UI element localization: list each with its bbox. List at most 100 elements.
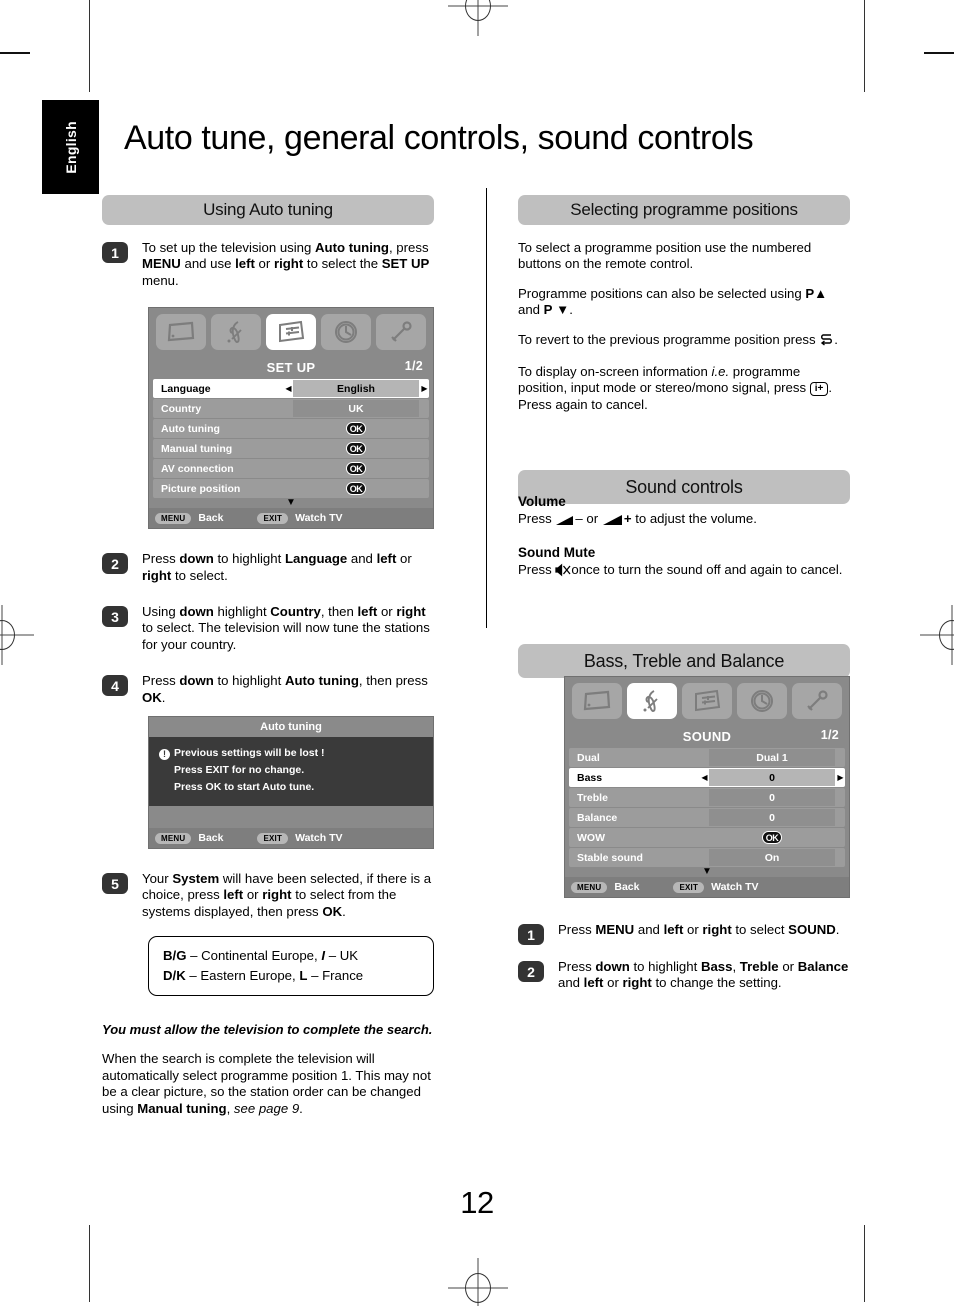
registration-mark-bottom (448, 1258, 508, 1306)
volume-heading: Volume (518, 494, 566, 510)
dialog-line-exit: Press EXIT for no change. (159, 762, 423, 779)
exit-key-action: Watch TV (295, 832, 343, 845)
menu-key-pill[interactable]: MENU (155, 832, 192, 844)
clock-icon[interactable] (321, 314, 371, 351)
picture-icon[interactable] (572, 683, 622, 720)
exit-key-action: Watch TV (711, 881, 759, 894)
section-header-using-auto-tuning: Using Auto tuning (102, 195, 434, 225)
menu-row-stable-sound[interactable]: Stable sound ◀ On ▶ (569, 848, 845, 868)
menu-row-dual[interactable]: Dual ◀ Dual 1 ▶ (569, 748, 845, 768)
row-value-ok: OK (709, 829, 835, 846)
step-number: 1 (102, 242, 128, 263)
programme-positions-p1: To select a programme position use the n… (518, 240, 812, 272)
volume-suffix: to adjust the volume. (635, 511, 757, 527)
scroll-down-caret-icon: ▼ (286, 497, 296, 509)
menu-key-pill[interactable]: MENU (155, 512, 192, 524)
auto-tuning-dialog-screenshot: Auto tuning ! Previous settings will be l… (148, 716, 434, 850)
exit-key-action: Watch TV (295, 512, 343, 525)
setup-icon[interactable] (682, 683, 732, 720)
menu-page-indicator: 1/2 (404, 359, 423, 374)
sound-icon[interactable] (627, 683, 677, 720)
bass-step-2: 2 Press down to highlight Bass, Treble o… (518, 959, 850, 992)
menu-row-country[interactable]: Country ◀ UK ▶ (153, 399, 429, 419)
step-4: 4 Press down to highlight Auto tuning, t… (102, 673, 434, 706)
tools-icon[interactable] (376, 314, 426, 351)
step-number: 2 (518, 961, 544, 983)
menu-row-auto-tuning[interactable]: Auto tuning ◀ OK ▶ (153, 419, 429, 439)
setup-icon[interactable] (266, 314, 316, 351)
step-text: Press down to highlight Bass, Treble or … (558, 959, 849, 991)
exit-key-pill[interactable]: EXIT (257, 832, 289, 844)
step-text: Your System will have been selected, if … (142, 871, 432, 919)
ok-badge: OK (346, 442, 366, 456)
left-arrow-icon[interactable]: ◀ (284, 384, 293, 393)
step-2: 2 Press down to highlight Language and l… (102, 551, 434, 584)
clock-icon[interactable] (737, 683, 787, 720)
menu-row-manual-tuning[interactable]: Manual tuning ◀ OK ▶ (153, 439, 429, 459)
row-label: Dual (577, 751, 600, 764)
volume-down-icon (555, 514, 575, 530)
p4-prefix: To display on-screen information i.e. pr… (518, 364, 807, 396)
step-number: 4 (102, 675, 128, 697)
sound-menu-rows: Dual ◀ Dual 1 ▶ Bass ◀ 0 ▶ Treble ◀ 0 ▶ (565, 748, 849, 877)
system-line-1: B/G – Continental Europe, I – UK (163, 948, 359, 964)
menu-row-treble[interactable]: Treble ◀ 0 ▶ (569, 788, 845, 808)
menu-row-wow[interactable]: WOW ◀ OK ▶ (569, 828, 845, 848)
step-text: Using down highlight Country, then left … (142, 604, 430, 652)
row-label: Manual tuning (161, 442, 233, 455)
search-complete-paragraph: When the search is complete the televisi… (102, 1051, 431, 1116)
sound-mute-instruction: Press once to turn the sound off and aga… (518, 562, 850, 581)
page-title: Auto tune, general controls, sound contr… (124, 118, 754, 157)
programme-positions-p3: To revert to the previous programme posi… (518, 332, 850, 351)
row-value-ok: OK (293, 420, 419, 437)
registration-mark-top (448, 0, 508, 36)
right-column: To select a programme position use the n… (518, 240, 850, 1006)
volume-prefix: Press (518, 511, 552, 527)
step-5: 5 Your System will have been selected, i… (102, 871, 434, 920)
mute-icon (555, 563, 571, 581)
scroll-down-caret-icon: ▼ (702, 866, 712, 878)
picture-icon[interactable] (156, 314, 206, 351)
step-number: 1 (518, 924, 544, 946)
menu-row-av-connection[interactable]: AV connection ◀ OK ▶ (153, 459, 429, 479)
step-number: 5 (102, 873, 128, 895)
sound-icon[interactable] (211, 314, 261, 351)
crop-mark-left-h (0, 52, 30, 54)
dialog-line-warning: ! Previous settings will be lost ! (159, 745, 423, 762)
tools-icon[interactable] (792, 683, 842, 720)
sound-menu-screenshot: SOUND 1/2 Dual ◀ Dual 1 ▶ Bass ◀ 0 ▶ Tre (564, 676, 850, 899)
setup-menu-icon-bar (149, 308, 433, 356)
dialog-line-text: Press EXIT for no change. (174, 764, 305, 777)
menu-key-pill[interactable]: MENU (571, 881, 608, 893)
menu-row-picture-position[interactable]: Picture position ◀ OK ▶ (153, 479, 429, 499)
right-arrow-icon[interactable]: ▶ (420, 384, 429, 393)
p3-suffix: . (834, 331, 838, 347)
setup-menu-title-bar: SET UP 1/2 (149, 355, 433, 380)
row-label: Auto tuning (161, 422, 220, 435)
mute-suffix: once to turn the sound off and again to … (571, 561, 843, 577)
menu-row-language[interactable]: Language ◀ English ▶ (153, 379, 429, 399)
step-1: 1 To set up the television using Auto tu… (102, 240, 434, 289)
exit-key-pill[interactable]: EXIT (257, 512, 289, 524)
search-warning-note: You must allow the television to complet… (102, 1022, 433, 1038)
system-line-2: D/K – Eastern Europe, L – France (163, 968, 364, 984)
row-value-ok: OK (293, 480, 419, 497)
bass-step-1: 1 Press MENU and left or right to select… (518, 922, 850, 946)
menu-row-balance[interactable]: Balance ◀ 0 ▶ (569, 808, 845, 828)
ok-badge: OK (346, 462, 366, 476)
left-arrow-icon[interactable]: ◀ (700, 773, 709, 782)
menu-title: SET UP (266, 359, 316, 375)
dialog-line-ok: Press OK to start Auto tune. (159, 779, 423, 796)
return-icon (819, 333, 834, 351)
system-info-box: B/G – Continental Europe, I – UK D/K – E… (148, 936, 434, 997)
right-arrow-icon[interactable]: ▶ (836, 773, 845, 782)
row-label: Language (161, 382, 211, 395)
dialog-line-text: Previous settings will be lost ! (174, 747, 325, 760)
volume-plus-label: + (623, 511, 632, 527)
sound-menu-title-bar: SOUND 1/2 (565, 724, 849, 749)
step-number: 2 (102, 553, 128, 575)
row-value-ok: OK (293, 440, 419, 457)
exit-key-pill[interactable]: EXIT (673, 881, 705, 893)
row-label: AV connection (161, 462, 234, 475)
menu-row-bass[interactable]: Bass ◀ 0 ▶ (569, 768, 845, 788)
